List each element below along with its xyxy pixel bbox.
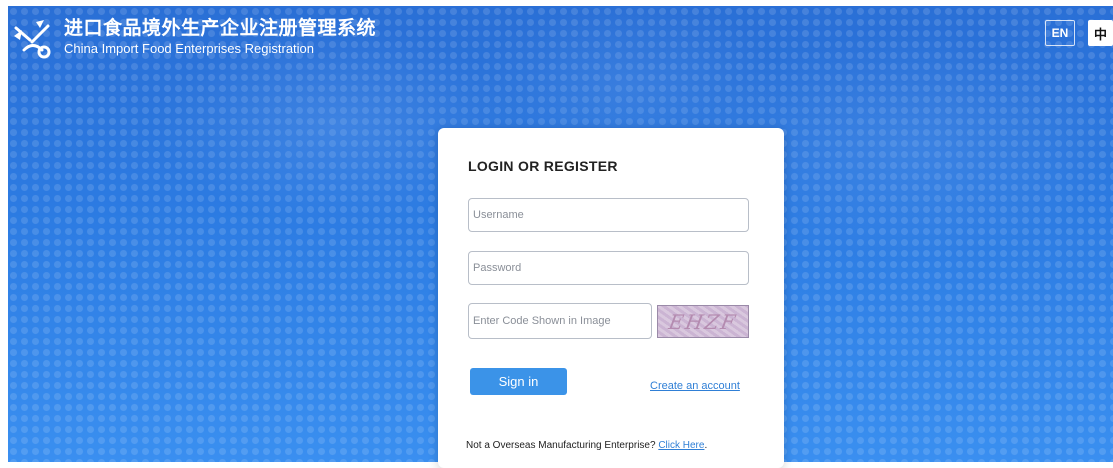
captcha-image[interactable]: EHZF — [657, 305, 749, 338]
create-account-link[interactable]: Create an account — [650, 380, 740, 392]
password-input[interactable] — [468, 251, 749, 285]
login-card: LOGIN OR REGISTER EHZF Sign in Create an… — [438, 128, 784, 468]
click-here-link[interactable]: Click Here — [658, 440, 704, 451]
captcha-code-input[interactable] — [468, 303, 652, 339]
sign-in-button[interactable]: Sign in — [470, 368, 567, 395]
scale-ribbon-logo-icon — [14, 20, 51, 59]
site-titles: 进口食品境外生产企业注册管理系统 China Import Food Enter… — [64, 16, 376, 57]
language-zh-button[interactable]: 中 — [1088, 20, 1113, 46]
footer-note-suffix: . — [704, 440, 708, 451]
footer-note: Not a Overseas Manufacturing Enterprise?… — [466, 440, 707, 451]
site-title-en: China Import Food Enterprises Registrati… — [64, 41, 315, 56]
site-title-cn: 进口食品境外生产企业注册管理系统 — [64, 18, 377, 39]
login-title: LOGIN OR REGISTER — [468, 158, 618, 174]
site-header: 进口食品境外生产企业注册管理系统 China Import Food Enter… — [10, 16, 376, 60]
captcha-text: EHZF — [666, 309, 740, 334]
footer-note-text: Not a Overseas Manufacturing Enterprise? — [466, 440, 659, 451]
language-en-button[interactable]: EN — [1045, 20, 1075, 46]
username-input[interactable] — [468, 198, 749, 232]
